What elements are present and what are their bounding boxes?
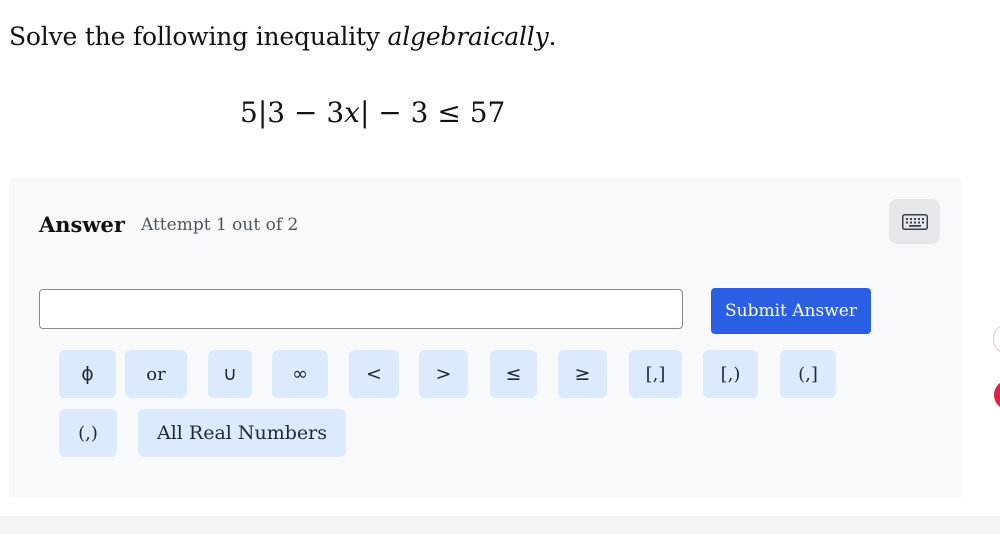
side-alert-button[interactable]: [994, 380, 1000, 410]
answer-input[interactable]: [39, 289, 683, 329]
key-union[interactable]: ∪: [208, 350, 252, 398]
key-or[interactable]: or: [125, 350, 187, 398]
answer-label: Answer: [39, 212, 125, 237]
submit-answer-button[interactable]: Submit Answer: [711, 288, 871, 334]
key-greater-equal[interactable]: ≥: [558, 350, 607, 398]
question-prefix: Solve the following inequality: [9, 22, 388, 51]
key-closed-open-interval[interactable]: [,): [703, 350, 758, 398]
question-emphasis: algebraically: [387, 22, 549, 51]
key-all-real-numbers[interactable]: All Real Numbers: [138, 409, 346, 457]
question-text: Solve the following inequality algebraic…: [9, 22, 556, 51]
formula-part1: 5|3 − 3: [240, 96, 345, 129]
key-open-closed-interval[interactable]: (,]: [780, 350, 836, 398]
side-widget-button[interactable]: [993, 323, 1000, 355]
key-empty-set[interactable]: ϕ: [59, 350, 116, 398]
key-closed-closed-interval[interactable]: [,]: [629, 350, 682, 398]
attempt-counter: Attempt 1 out of 2: [141, 215, 299, 235]
bottom-bar: [0, 516, 1000, 534]
key-open-open-interval[interactable]: (,): [59, 409, 117, 457]
answer-panel: Answer Attempt 1 out of 2 Submit Answer …: [9, 178, 962, 498]
key-greater-than[interactable]: >: [419, 350, 468, 398]
keyboard-icon: [901, 213, 928, 230]
keyboard-toggle-button[interactable]: [889, 199, 940, 244]
formula-part2: | − 3 ≤ 57: [359, 96, 506, 129]
question-suffix: .: [548, 22, 557, 51]
key-less-than[interactable]: <: [349, 350, 399, 398]
inequality-formula: 5|3 − 3x| − 3 ≤ 57: [240, 96, 505, 129]
key-less-equal[interactable]: ≤: [490, 350, 537, 398]
formula-variable: x: [344, 96, 360, 129]
key-infinity[interactable]: ∞: [272, 350, 328, 398]
